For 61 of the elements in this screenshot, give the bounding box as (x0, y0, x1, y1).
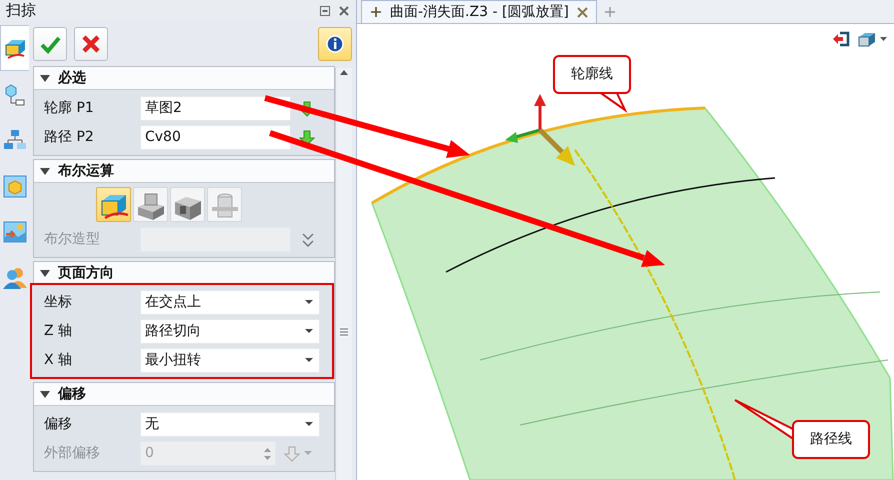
dropdown[interactable]: 最小扭转 (140, 348, 320, 373)
scroll-up-icon[interactable] (339, 68, 349, 76)
view-cube-icon[interactable] (856, 31, 876, 47)
caret-icon (305, 422, 313, 427)
expand-icon[interactable] (40, 390, 50, 398)
dropdown[interactable]: 无 (140, 412, 320, 437)
restore-icon[interactable] (319, 4, 331, 16)
expand-icon[interactable] (40, 168, 50, 174)
field-label: X 轴 (44, 351, 74, 370)
field-label: 布尔造型 (44, 230, 101, 249)
landscape-icon[interactable] (2, 220, 26, 244)
field-label: Z 轴 (44, 322, 74, 341)
boolean-option-button[interactable] (96, 187, 131, 222)
section-header[interactable]: 页面方向 (34, 262, 334, 285)
dropdown[interactable]: 路径切向 (140, 319, 320, 344)
section-header[interactable]: 必选 (34, 67, 334, 90)
dropdown[interactable]: 在交点上 (140, 290, 320, 315)
field-label: 坐标 (44, 293, 73, 312)
cube-window-icon[interactable] (2, 174, 26, 198)
move-gizmo-drawing[interactable] (505, 94, 575, 166)
cube-tree-icon[interactable] (2, 82, 26, 106)
section-title: 偏移 (58, 384, 86, 404)
input-field[interactable]: Cv80 (140, 125, 291, 150)
grip-icon[interactable] (339, 328, 349, 336)
section-title: 必选 (58, 68, 86, 88)
tab-title: 曲面-消失面.Z3 - [圆弧放置] (390, 2, 569, 22)
field-label: 偏移 (44, 415, 73, 434)
hierarchy-icon[interactable] (2, 128, 26, 152)
plus-icon (370, 6, 382, 18)
spinner-icon[interactable] (264, 446, 271, 460)
users-icon[interactable] (2, 266, 26, 290)
close-icon (80, 32, 102, 54)
section-header[interactable]: 偏移 (34, 383, 334, 406)
section-title: 页面方向 (58, 264, 114, 282)
caret-icon (305, 358, 313, 363)
panel-title: 扫掠 (6, 0, 36, 21)
callout-label: 路径线 (792, 420, 870, 459)
ok-button[interactable] (33, 26, 67, 60)
field-label: 轮廓 P1 (44, 99, 95, 118)
expand-icon[interactable] (40, 74, 50, 82)
cancel-button[interactable] (74, 26, 108, 60)
new-tab-icon[interactable] (604, 6, 616, 18)
exit-icon[interactable] (832, 31, 850, 47)
section-title: 布尔运算 (58, 162, 114, 180)
down-arrow-icon[interactable] (299, 130, 315, 146)
double-chevron-icon[interactable] (301, 232, 315, 248)
close-icon[interactable] (576, 6, 588, 18)
document-tab[interactable]: 曲面-消失面.Z3 - [圆弧放置] (361, 0, 597, 23)
caret-icon (305, 300, 313, 305)
scrollbar[interactable] (335, 68, 352, 480)
boolean-option-button[interactable] (133, 187, 168, 222)
field-label: 路径 P2 (44, 128, 95, 147)
section-header[interactable]: 布尔运算 (34, 160, 334, 183)
info-icon (325, 34, 345, 54)
boolean-option-button[interactable] (170, 187, 205, 222)
close-icon[interactable] (338, 4, 350, 16)
caret-icon (305, 329, 313, 334)
caret-icon[interactable] (880, 37, 887, 41)
info-button[interactable] (318, 26, 352, 60)
input-field[interactable]: 草图2 (140, 96, 291, 121)
field-label: 外部偏移 (44, 444, 101, 463)
